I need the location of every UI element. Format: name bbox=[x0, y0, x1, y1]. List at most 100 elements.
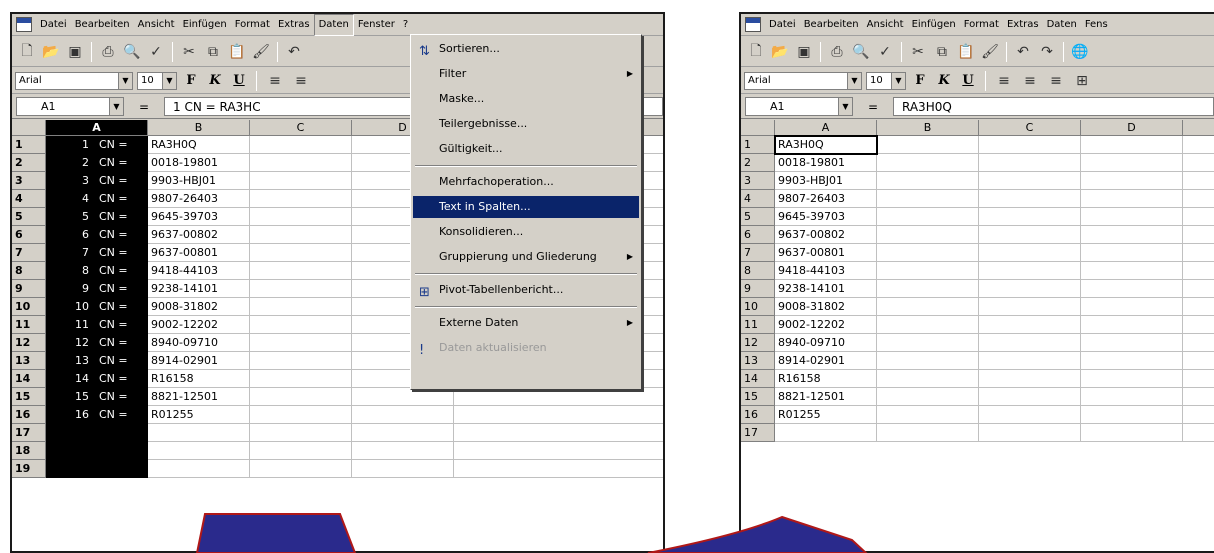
italic-button[interactable]: K bbox=[205, 71, 225, 91]
row-header[interactable]: 10 bbox=[741, 298, 775, 316]
cell-c[interactable] bbox=[250, 262, 352, 280]
align-left-icon[interactable]: ≡ bbox=[993, 70, 1015, 92]
cell-a[interactable]: 8914-02901 bbox=[775, 352, 877, 370]
align-left-icon[interactable]: ≡ bbox=[264, 70, 286, 92]
cell-c[interactable] bbox=[250, 190, 352, 208]
cell-a[interactable]: R01255 bbox=[775, 406, 877, 424]
preview-icon[interactable]: 🔍 bbox=[850, 41, 872, 63]
cell-a[interactable]: 16 CN = bbox=[46, 406, 148, 424]
cell-a[interactable]: 3 CN = bbox=[46, 172, 148, 190]
cell-b[interactable]: 9637-00801 bbox=[148, 244, 250, 262]
cell-a[interactable] bbox=[46, 442, 148, 460]
cell-e[interactable] bbox=[1183, 334, 1214, 352]
column-header-c[interactable]: C bbox=[979, 120, 1081, 136]
cell-c[interactable] bbox=[979, 172, 1081, 190]
cell-c[interactable] bbox=[250, 208, 352, 226]
print-icon[interactable]: ⎙ bbox=[97, 41, 119, 63]
menu-item-mehrfachoperation[interactable]: Mehrfachoperation... bbox=[413, 171, 639, 193]
cell-e[interactable] bbox=[1183, 208, 1214, 226]
cell-b[interactable]: 9807-26403 bbox=[148, 190, 250, 208]
workbook-icon[interactable] bbox=[745, 17, 761, 32]
cell-b[interactable]: 9238-14101 bbox=[148, 280, 250, 298]
paste-icon[interactable]: 📋 bbox=[226, 41, 248, 63]
menu-daten[interactable]: Daten bbox=[1043, 15, 1081, 35]
font-size-select[interactable]: 10 ▼ bbox=[866, 71, 906, 90]
cell-e[interactable] bbox=[1183, 406, 1214, 424]
row-header[interactable]: 12 bbox=[741, 334, 775, 352]
row-header[interactable]: 1 bbox=[12, 136, 46, 154]
menu-item-gruppierung-und-gliederung[interactable]: Gruppierung und Gliederung ▶ bbox=[413, 246, 639, 268]
cell-e[interactable] bbox=[454, 424, 663, 442]
cell-b[interactable]: 9903-HBJ01 bbox=[148, 172, 250, 190]
undo-icon[interactable]: ↶ bbox=[1012, 41, 1034, 63]
cell-c[interactable] bbox=[979, 226, 1081, 244]
cell-c[interactable] bbox=[250, 280, 352, 298]
preview-icon[interactable]: 🔍 bbox=[121, 41, 143, 63]
cell-a[interactable]: 9637-00801 bbox=[775, 244, 877, 262]
cell-e[interactable] bbox=[1183, 370, 1214, 388]
cell-b[interactable] bbox=[877, 190, 979, 208]
cell-b[interactable] bbox=[877, 352, 979, 370]
column-header-a[interactable]: A bbox=[775, 120, 877, 136]
cell-b[interactable]: 8821-12501 bbox=[148, 388, 250, 406]
cell-e[interactable] bbox=[1183, 262, 1214, 280]
bold-button[interactable]: F bbox=[910, 71, 930, 91]
chevron-down-icon[interactable]: ▼ bbox=[847, 72, 861, 89]
cell-d[interactable] bbox=[1081, 154, 1183, 172]
cell-d[interactable] bbox=[1081, 334, 1183, 352]
cell-a[interactable]: 9645-39703 bbox=[775, 208, 877, 226]
cell-a[interactable]: 5 CN = bbox=[46, 208, 148, 226]
format-painter-icon[interactable]: 🖌 bbox=[979, 41, 1001, 63]
spelling-icon[interactable]: ✓ bbox=[145, 41, 167, 63]
menu-ansicht[interactable]: Ansicht bbox=[134, 15, 179, 35]
underline-button[interactable]: U bbox=[958, 71, 978, 91]
menu-format[interactable]: Format bbox=[231, 15, 274, 35]
cell-a[interactable] bbox=[46, 460, 148, 478]
menu-item-maske[interactable]: Maske... bbox=[413, 88, 639, 110]
row-header[interactable]: 12 bbox=[12, 334, 46, 352]
copy-icon[interactable]: ⧉ bbox=[202, 41, 224, 63]
cell-d[interactable] bbox=[1081, 316, 1183, 334]
cell-d[interactable] bbox=[1081, 208, 1183, 226]
cell-b[interactable]: 9637-00802 bbox=[148, 226, 250, 244]
undo-icon[interactable]: ↶ bbox=[283, 41, 305, 63]
cell-b[interactable] bbox=[148, 424, 250, 442]
cell-d[interactable] bbox=[1081, 370, 1183, 388]
cell-a[interactable]: 8 CN = bbox=[46, 262, 148, 280]
cell-c[interactable] bbox=[250, 172, 352, 190]
column-header-c[interactable]: C bbox=[250, 120, 352, 136]
select-all-corner[interactable] bbox=[741, 120, 775, 136]
menu-datei[interactable]: Datei bbox=[765, 15, 800, 35]
menu-extras[interactable]: Extras bbox=[1003, 15, 1043, 35]
cell-c[interactable] bbox=[250, 316, 352, 334]
cell-e[interactable] bbox=[454, 442, 663, 460]
cell-d[interactable] bbox=[352, 388, 454, 406]
cell-d[interactable] bbox=[1081, 136, 1183, 154]
cell-c[interactable] bbox=[250, 406, 352, 424]
cell-b[interactable]: R01255 bbox=[148, 406, 250, 424]
formula-equals-icon[interactable]: = bbox=[124, 100, 164, 114]
row-header[interactable]: 15 bbox=[741, 388, 775, 406]
cell-a[interactable] bbox=[775, 424, 877, 442]
cell-a[interactable]: 9418-44103 bbox=[775, 262, 877, 280]
row-header[interactable]: 13 bbox=[12, 352, 46, 370]
menu-einfuegen[interactable]: Einfügen bbox=[179, 15, 231, 35]
cell-d[interactable] bbox=[1081, 280, 1183, 298]
row-header[interactable]: 4 bbox=[741, 190, 775, 208]
row-header[interactable]: 2 bbox=[741, 154, 775, 172]
cell-c[interactable] bbox=[979, 406, 1081, 424]
cell-c[interactable] bbox=[250, 352, 352, 370]
cell-c[interactable] bbox=[979, 334, 1081, 352]
cell-c[interactable] bbox=[250, 154, 352, 172]
cell-a[interactable]: 2 CN = bbox=[46, 154, 148, 172]
chevron-down-icon[interactable]: ▼ bbox=[891, 72, 905, 89]
copy-icon[interactable]: ⧉ bbox=[931, 41, 953, 63]
menu-bearbeiten[interactable]: Bearbeiten bbox=[71, 15, 134, 35]
save-icon[interactable]: ▣ bbox=[64, 41, 86, 63]
cell-b[interactable] bbox=[877, 244, 979, 262]
cell-c[interactable] bbox=[979, 424, 1081, 442]
redo-icon[interactable]: ↷ bbox=[1036, 41, 1058, 63]
cell-b[interactable]: 9418-44103 bbox=[148, 262, 250, 280]
cell-e[interactable] bbox=[1183, 316, 1214, 334]
paste-icon[interactable]: 📋 bbox=[955, 41, 977, 63]
